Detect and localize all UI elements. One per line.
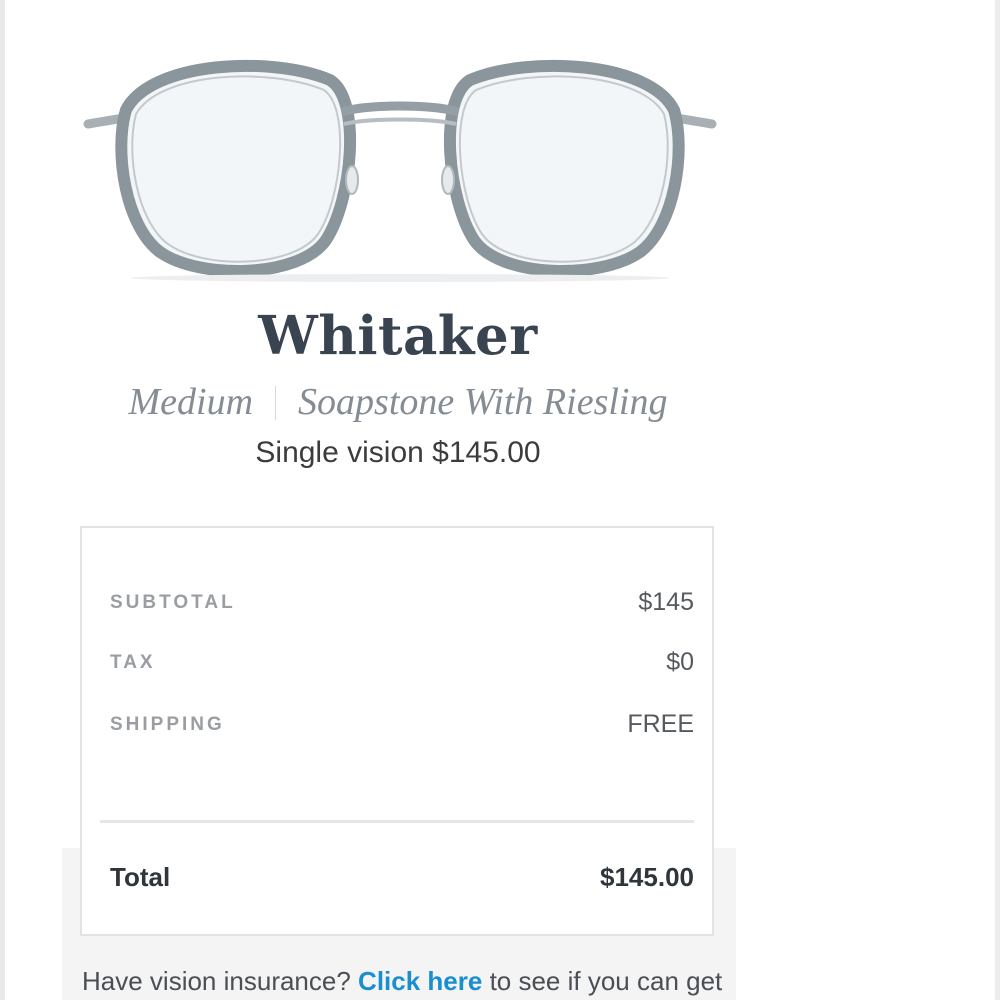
product-title: Whitaker [258, 305, 538, 367]
subtotal-value: $145 [638, 588, 694, 616]
subtotal-label: SUBTOTAL [110, 591, 236, 613]
product-variant: Medium Soapstone With Riesling [0, 380, 796, 424]
product-size: Medium [128, 381, 254, 423]
variant-divider [275, 386, 277, 420]
total-value: $145.00 [600, 862, 694, 892]
insurance-text-suffix: to see if you can get [482, 966, 723, 996]
tax-row: TAX $0 [110, 648, 694, 677]
shipping-value: FREE [627, 710, 694, 738]
product-price: Single vision $145.00 [255, 436, 541, 469]
subtotal-row: SUBTOTAL $145 [110, 588, 694, 617]
shipping-row: SHIPPING FREE [110, 710, 694, 739]
order-summary: SUBTOTAL $145 TAX $0 SHIPPING FREE Total… [80, 526, 714, 936]
tax-label: TAX [110, 651, 156, 673]
right-edge [995, 0, 1000, 1000]
summary-divider [100, 820, 694, 823]
tax-value: $0 [666, 648, 694, 676]
insurance-click-here-link[interactable]: Click here [358, 966, 482, 996]
insurance-prompt: Have vision insurance? Click here to see… [82, 966, 722, 997]
insurance-text-prefix: Have vision insurance? [82, 966, 359, 996]
eyeglasses-image [83, 59, 717, 282]
left-edge [0, 0, 5, 1000]
total-row: Total $145.00 [110, 862, 694, 893]
product-color: Soapstone With Riesling [298, 381, 668, 423]
total-label: Total [110, 862, 171, 892]
shipping-label: SHIPPING [110, 713, 225, 735]
